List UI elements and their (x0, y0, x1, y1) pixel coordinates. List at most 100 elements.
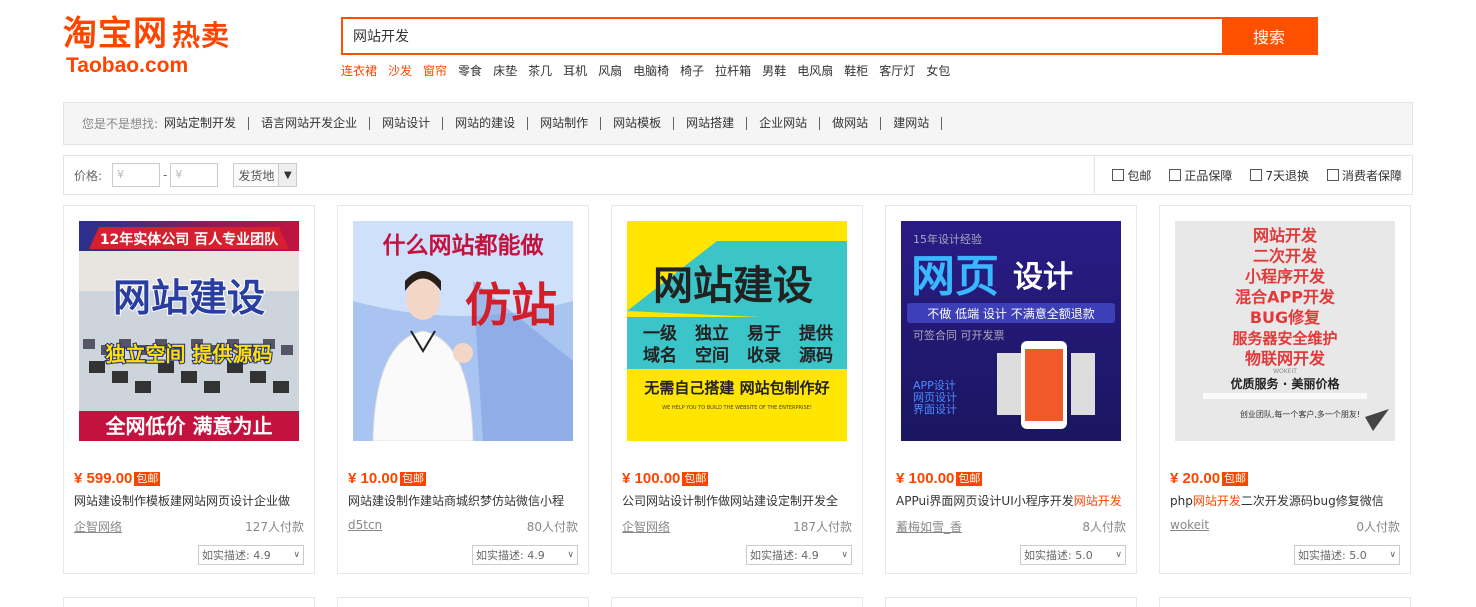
product-title[interactable]: php网站开发二次开发源码bug修复微信 (1170, 492, 1402, 509)
svg-text:可签合同 可开发票: 可签合同 可开发票 (913, 328, 1005, 342)
ship-from-select[interactable]: 发货地 ▼ (233, 163, 298, 187)
hot-keyword[interactable]: 鞋柜 (844, 62, 868, 79)
svg-text:独立空间 提供源码: 独立空间 提供源码 (106, 342, 273, 366)
product-card-next (1159, 597, 1411, 607)
title-highlight: 网站开发 (1073, 494, 1122, 508)
product-image[interactable]: 什么网站都能做 仿站 (353, 221, 573, 441)
svg-text:空间: 空间 (695, 345, 729, 366)
hot-keyword[interactable]: 男鞋 (762, 62, 786, 79)
filter-checkbox[interactable]: 消费者保障 (1326, 167, 1402, 184)
logo-cn: 淘宝网 热卖 (63, 14, 231, 54)
rating-select[interactable]: 如实描述: 4.9 ∨ (472, 545, 578, 565)
hot-keyword[interactable]: 耳机 (563, 62, 587, 79)
hot-keyword[interactable]: 电风扇 (797, 62, 833, 79)
suggestion-link[interactable]: 做网站 (820, 117, 882, 130)
product-image[interactable]: 15年设计经验 网页 设计 不做 低端 设计 不满意全额退款 可签合同 可开发票… (901, 221, 1121, 441)
svg-text:源码: 源码 (799, 345, 833, 366)
shop-name-link[interactable]: 企智网络 (74, 518, 122, 535)
product-image[interactable]: 网站开发 二次开发 小程序开发 混合APP开发 BUG修复 服务器安全维护 物联网开发 WO… (1175, 221, 1395, 441)
chevron-down-icon: ∨ (1115, 550, 1122, 560)
title-text: 网站建设制作建站商城织梦仿站微信小程 (348, 494, 565, 508)
hot-keyword[interactable]: 窗帘 (423, 62, 447, 79)
rating-select[interactable]: 如实描述: 5.0 ∨ (1294, 545, 1400, 565)
shop-name-link[interactable]: 蓄梅如雪_香 (896, 518, 962, 535)
svg-text:创业团队,每一个客户,多一个朋友!: 创业团队,每一个客户,多一个朋友! (1240, 409, 1360, 419)
product-card[interactable]: 15年设计经验 网页 设计 不做 低端 设计 不满意全额退款 可签合同 可开发票… (885, 205, 1137, 574)
product-title[interactable]: APPui界面网页设计UI小程序开发网站开发 (896, 492, 1128, 509)
chevron-down-icon: ∨ (567, 550, 574, 560)
price-min-input[interactable]: ¥ (112, 163, 161, 187)
product-card[interactable]: 什么网站都能做 仿站 ¥ 10.00 包邮 网站建设制作建站商城织梦仿站微信小程 d5… (337, 205, 589, 574)
suggestion-link[interactable]: 网站设计 (370, 117, 444, 130)
svg-text:12年实体公司 百人专业团队: 12年实体公司 百人专业团队 (100, 231, 279, 248)
taobao-logo[interactable]: 淘宝网 热卖 Taobao.com (63, 14, 278, 78)
suggestion-link[interactable]: 网站搭建 (674, 117, 748, 130)
product-title[interactable]: 网站建设制作模板建网站网页设计企业做 (74, 492, 306, 509)
chevron-down-icon: ∨ (293, 550, 300, 560)
svg-text:一级: 一级 (643, 323, 677, 344)
hot-keyword[interactable]: 茶几 (528, 62, 552, 79)
hot-keyword[interactable]: 风扇 (598, 62, 622, 79)
suggestion-link[interactable]: 建网站 (881, 117, 943, 130)
payment-count: 187人付款 (793, 520, 852, 534)
search-button[interactable]: 搜索 (1222, 19, 1316, 53)
product-card[interactable]: 网站建设 一级 独立 易于 提供 域名 空间 收录 源码 无需自己搭建 网站包制作好 WE … (611, 205, 863, 574)
svg-text:无需自己搭建 网站包制作好: 无需自己搭建 网站包制作好 (643, 379, 829, 397)
product-card[interactable]: 12年实体公司 百人专业团队 网站建设 独立空间 提供源码 全网低价 满意为止 ¥… (63, 205, 315, 574)
shop-name-link[interactable]: 企智网络 (622, 518, 670, 535)
payment-count: 127人付款 (245, 520, 304, 534)
rating-select[interactable]: 如实描述: 4.9 ∨ (198, 545, 304, 565)
free-shipping-badge: 包邮 (134, 471, 161, 486)
title-text: APPui界面网页设计UI小程序开发 (896, 494, 1074, 508)
product-image[interactable]: 12年实体公司 百人专业团队 网站建设 独立空间 提供源码 全网低价 满意为止 (79, 221, 299, 441)
suggestion-link[interactable]: 语言网站开发企业 (249, 117, 371, 130)
rating-select[interactable]: 如实描述: 4.9 ∨ (746, 545, 852, 565)
checkbox-label: 包邮 (1127, 168, 1152, 183)
price-dash: - (163, 168, 168, 182)
checkbox[interactable] (1169, 169, 1182, 181)
product-card-next (337, 597, 589, 607)
filter-checkbox[interactable]: 正品保障 (1169, 167, 1232, 184)
suggestion-link[interactable]: 网站制作 (528, 117, 602, 130)
suggestion-link[interactable]: 网站模板 (601, 117, 675, 130)
suggestion-link[interactable]: 网站的建设 (443, 117, 529, 130)
filter-checkbox[interactable]: 包邮 (1112, 167, 1151, 184)
shop-name-link[interactable]: wokeit (1170, 518, 1209, 532)
hot-keyword[interactable]: 客厅灯 (879, 62, 915, 79)
hot-keyword[interactable]: 拉杆箱 (715, 62, 751, 79)
product-title[interactable]: 网站建设制作建站商城织梦仿站微信小程 (348, 492, 580, 509)
svg-text:收录: 收录 (747, 345, 781, 366)
product-price: ¥ 100.00 包邮 (896, 470, 983, 487)
hot-keyword[interactable]: 床垫 (493, 62, 517, 79)
svg-text:15年设计经验: 15年设计经验 (913, 232, 982, 246)
free-shipping-badge: 包邮 (400, 471, 427, 486)
hot-keyword[interactable]: 零食 (458, 62, 482, 79)
hot-keyword[interactable]: 沙发 (388, 62, 412, 79)
svg-text:BUG修复: BUG修复 (1250, 308, 1321, 327)
suggestion-link[interactable]: 企业网站 (747, 117, 821, 130)
checkbox[interactable] (1112, 169, 1125, 181)
suggestion-link[interactable]: 网站定制开发 (164, 117, 250, 130)
price-value: ¥ 100.00 (622, 470, 681, 487)
product-image[interactable]: 网站建设 一级 独立 易于 提供 域名 空间 收录 源码 无需自己搭建 网站包制作好 WE … (627, 221, 847, 441)
hot-keywords: 连衣裙 沙发 窗帘 零食 床垫 茶几 耳机 风扇 电脑椅 椅子 拉杆箱 男鞋 电风扇 鞋柜 客厅灯 女包 (341, 62, 950, 79)
hot-keyword[interactable]: 女包 (926, 62, 950, 79)
svg-text:独立: 独立 (695, 323, 729, 344)
product-card[interactable]: 网站开发 二次开发 小程序开发 混合APP开发 BUG修复 服务器安全维护 物联网开发 WO… (1159, 205, 1411, 574)
rating-select[interactable]: 如实描述: 5.0 ∨ (1020, 545, 1126, 565)
hot-keyword[interactable]: 电脑椅 (633, 62, 669, 79)
hot-keyword[interactable]: 连衣裙 (341, 62, 377, 79)
hot-keyword[interactable]: 椅子 (680, 62, 704, 79)
price-max-input[interactable]: ¥ (170, 163, 219, 187)
rating-text: 如实描述: 4.9 (476, 549, 545, 562)
shop-name-link[interactable]: d5tcn (348, 518, 382, 532)
price-label: 价格: (74, 168, 103, 183)
checkbox[interactable] (1250, 169, 1263, 181)
svg-text:物联网开发: 物联网开发 (1245, 349, 1326, 368)
filter-checkbox[interactable]: 7天退换 (1250, 167, 1309, 184)
svg-text:网站建设: 网站建设 (113, 276, 265, 320)
checkbox[interactable] (1326, 169, 1339, 181)
search-input[interactable] (343, 19, 1222, 53)
product-title[interactable]: 公司网站设计制作做网站建设定制开发全 (622, 492, 854, 509)
rating-text: 如实描述: 4.9 (750, 549, 819, 562)
